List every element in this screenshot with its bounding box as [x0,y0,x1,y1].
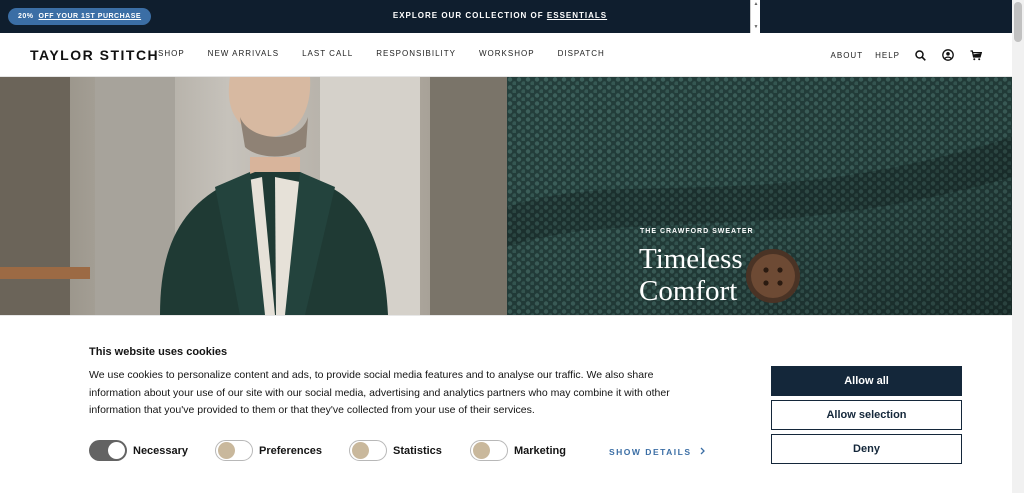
nav-new-arrivals[interactable]: NEW ARRIVALS [208,49,279,58]
toggle-label-statistics: Statistics [393,444,442,457]
cookie-description: We use cookies to personalize content an… [89,369,670,416]
toggle-label-preferences: Preferences [259,444,322,457]
site-header: TAYLOR STITCH SHOP NEW ARRIVALS LAST CAL… [0,33,1012,77]
scroll-up-icon[interactable]: ▲ [752,1,760,7]
nav-workshop[interactable]: WORKSHOP [479,49,535,58]
toggle-label-marketing: Marketing [514,444,566,457]
toggle-preferences[interactable]: Preferences [215,440,322,461]
hero-model-photo [0,77,507,315]
toggle-statistics[interactable]: Statistics [349,440,442,461]
deny-button[interactable]: Deny [771,434,962,464]
header-utilities: ABOUT HELP [831,47,984,63]
toggle-label-necessary: Necessary [133,444,189,457]
announcement-scrollbar[interactable]: ▲ ▼ [750,0,760,33]
statistics-switch[interactable] [349,440,387,461]
cart-icon[interactable] [968,47,984,63]
page-scrollbar[interactable] [1012,0,1024,493]
nav-dispatch[interactable]: DISPATCH [558,49,605,58]
allow-selection-button[interactable]: Allow selection [771,400,962,430]
search-icon[interactable] [912,47,928,63]
allow-all-button[interactable]: Allow all [771,366,962,396]
nav-responsibility[interactable]: RESPONSIBILITY [376,49,456,58]
essentials-link[interactable]: ESSENTIALS [547,11,607,20]
switch-knob [473,442,490,459]
help-link[interactable]: HELP [875,51,900,60]
switch-knob [108,442,125,459]
show-details-link[interactable]: SHOW DETAILS [609,447,705,457]
cookie-title: This website uses cookies [89,346,228,358]
about-link[interactable]: ABOUT [831,51,864,60]
chevron-right-icon [700,447,705,457]
hero-title: Timeless Comfort [639,243,743,307]
switch-knob [218,442,235,459]
scroll-down-icon[interactable]: ▼ [752,24,760,30]
announcement-bar: 20% OFF YOUR 1ST PURCHASE EXPLORE OUR CO… [0,0,1012,33]
toggle-necessary[interactable]: Necessary [89,440,188,461]
hero-eyebrow: THE CRAWFORD SWEATER [640,228,754,235]
main-nav: SHOP NEW ARRIVALS LAST CALL RESPONSIBILI… [158,49,628,58]
marketing-switch[interactable] [470,440,508,461]
announcement-message: EXPLORE OUR COLLECTION OF ESSENTIALS [0,11,1000,20]
brand-logo[interactable]: TAYLOR STITCH [30,47,159,63]
necessary-switch[interactable] [89,440,127,461]
account-icon[interactable] [940,47,956,63]
hero-banner[interactable] [0,77,1012,315]
preferences-switch[interactable] [215,440,253,461]
cookie-consent-banner: This website uses cookies We use cookies… [0,315,1012,493]
nav-last-call[interactable]: LAST CALL [302,49,353,58]
nav-shop[interactable]: SHOP [158,49,185,58]
announcement-text: EXPLORE OUR COLLECTION OF [392,11,544,20]
toggle-marketing[interactable]: Marketing [470,440,566,461]
scrollbar-thumb[interactable] [1014,2,1022,42]
switch-knob [352,442,369,459]
show-details-label: SHOW DETAILS [609,447,692,457]
